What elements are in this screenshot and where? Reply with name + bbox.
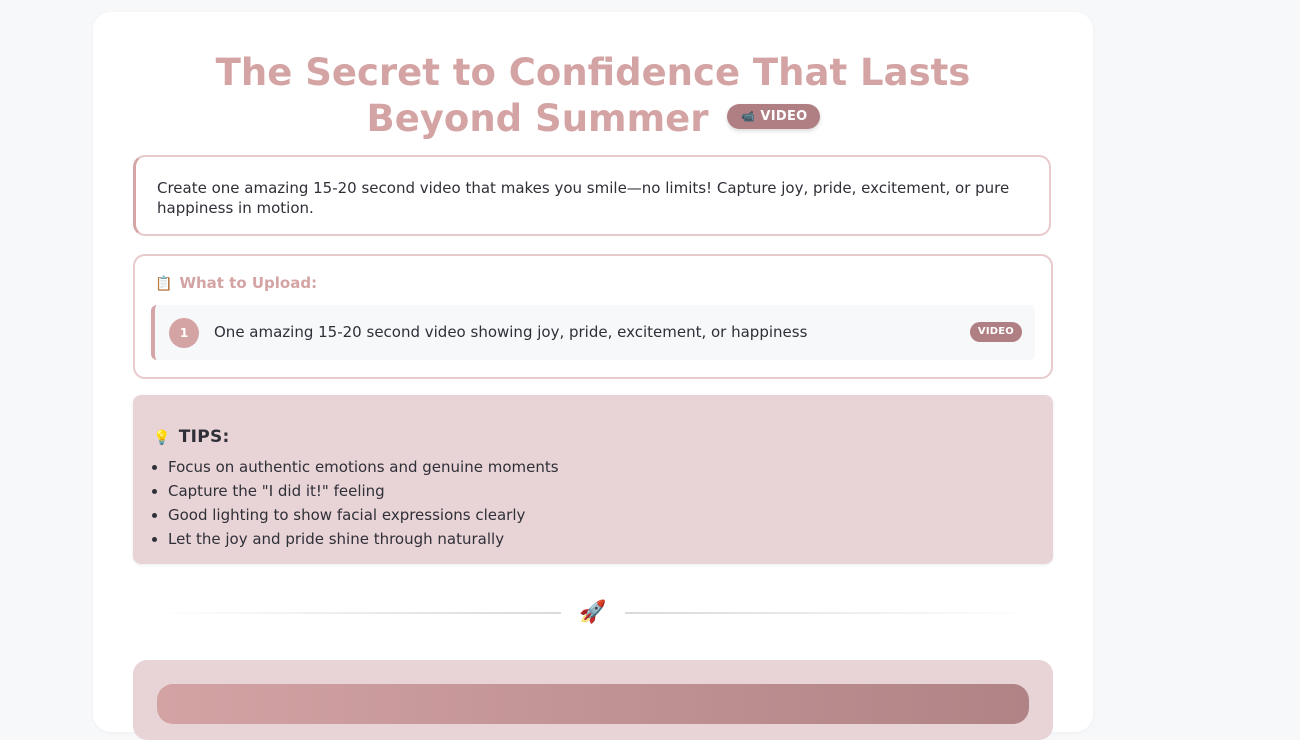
- page-title: The Secret to Confidence That Lasts Beyo…: [133, 50, 1053, 142]
- clipboard-icon: 📋: [155, 276, 173, 292]
- upload-item-text: One amazing 15-20 second video showing j…: [214, 323, 808, 341]
- tip-item: Focus on authentic emotions and genuine …: [168, 455, 559, 479]
- tips-heading: 💡 TIPS:: [153, 427, 230, 447]
- upload-item-number: 1: [169, 318, 199, 348]
- upload-requirements: 📋 What to Upload: 1 One amazing 15-20 sec…: [133, 254, 1053, 379]
- upload-panel: [133, 660, 1053, 740]
- tips-panel: 💡 TIPS: Focus on authentic emotions and g…: [133, 395, 1053, 564]
- video-camera-icon: 📹: [741, 110, 756, 123]
- video-badge: 📹 VIDEO: [727, 104, 820, 129]
- lightbulb-icon: 💡: [153, 430, 171, 446]
- upload-heading: 📋 What to Upload:: [155, 274, 317, 292]
- challenge-card: The Secret to Confidence That Lasts Beyo…: [93, 12, 1093, 740]
- divider-line-left: [153, 612, 561, 614]
- upload-heading-label: What to Upload:: [179, 274, 318, 292]
- tip-item: Capture the "I did it!" feeling: [168, 479, 559, 503]
- divider-line-right: [625, 612, 1033, 614]
- tips-heading-label: TIPS:: [178, 427, 230, 447]
- page-title-text: The Secret to Confidence That Lasts Beyo…: [215, 51, 971, 140]
- rocket-icon: 🚀: [579, 600, 607, 625]
- upload-item: 1 One amazing 15-20 second video showing…: [151, 305, 1035, 360]
- challenge-description: Create one amazing 15-20 second video th…: [133, 155, 1051, 236]
- upload-bar[interactable]: [157, 684, 1029, 724]
- tip-item: Good lighting to show facial expressions…: [168, 503, 559, 527]
- video-badge-label: VIDEO: [760, 109, 808, 124]
- tip-item: Let the joy and pride shine through natu…: [168, 527, 559, 551]
- upload-item-badge: VIDEO: [969, 322, 1022, 342]
- tips-list: Focus on authentic emotions and genuine …: [148, 455, 559, 551]
